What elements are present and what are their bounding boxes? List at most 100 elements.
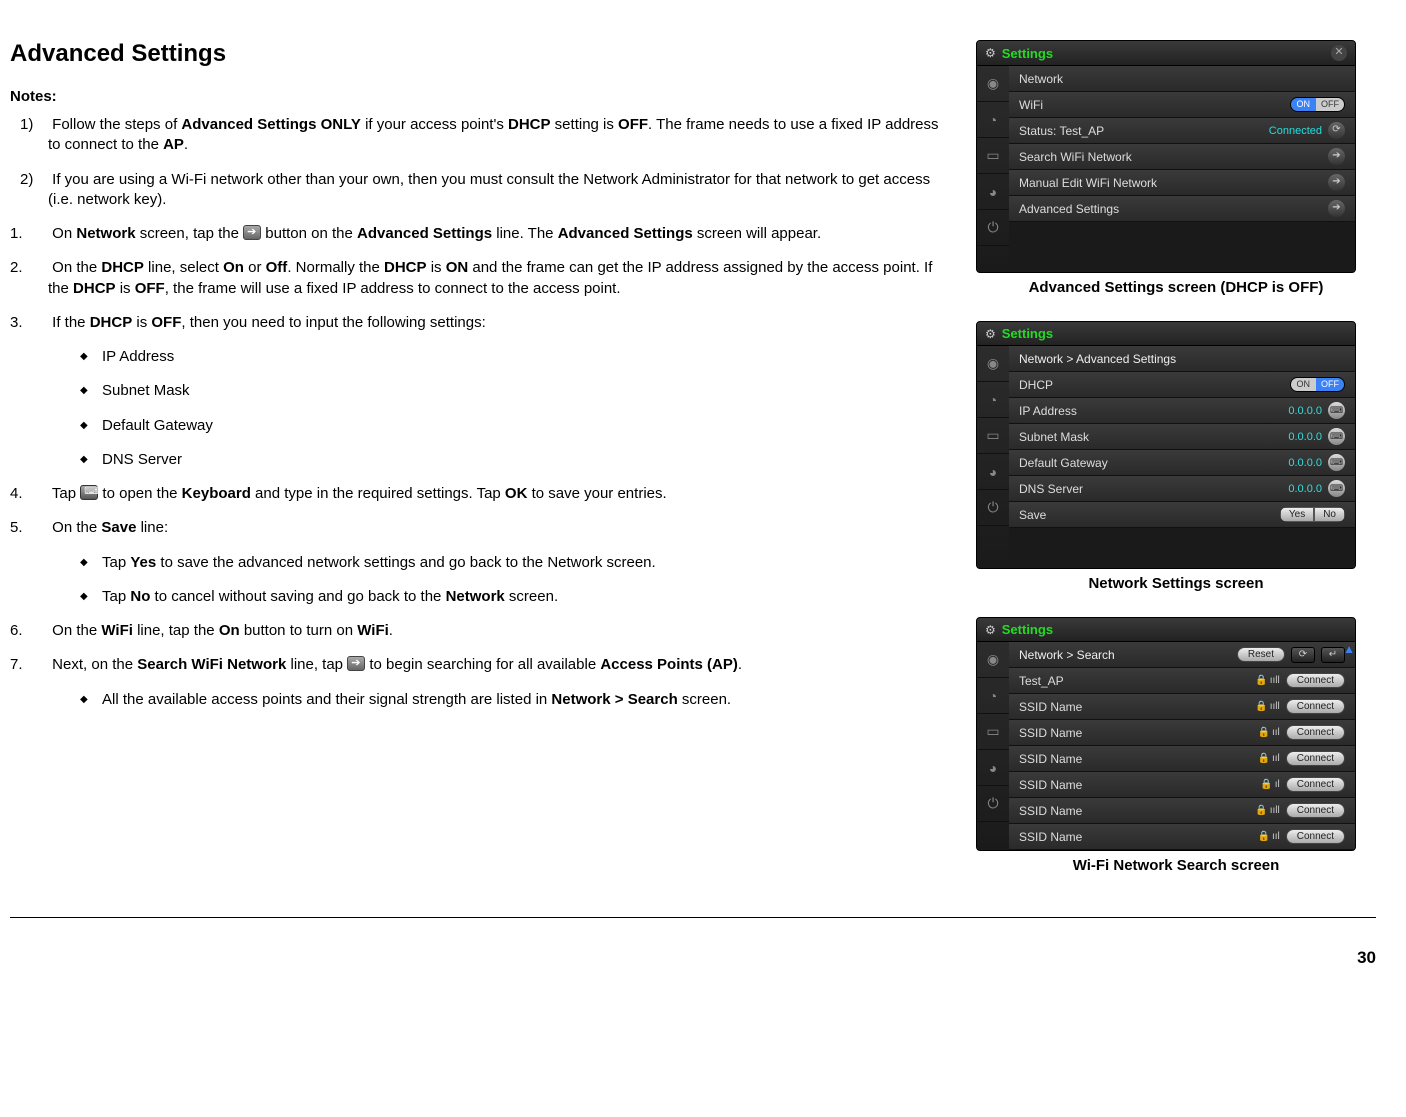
step-6: 6. On the WiFi line, tap the On button t… <box>48 621 946 641</box>
bullet-ip: IP Address <box>80 347 946 367</box>
gear-icon: ⚙ <box>985 327 996 341</box>
power-side-icon[interactable]: ⏻ <box>977 210 1009 246</box>
signal-icon: ııl <box>1272 831 1280 842</box>
keyboard-icon[interactable]: ⌨ <box>1328 428 1345 445</box>
connect-button[interactable]: Connect <box>1286 699 1345 714</box>
bullet-save-no: Tap No to cancel without saving and go b… <box>80 587 946 607</box>
gear-icon: ⚙ <box>985 623 996 637</box>
step-4: 4. Tap to open the Keyboard and type in … <box>48 484 946 504</box>
device-header: ⚙ Settings <box>977 322 1355 346</box>
refresh-icon[interactable]: ⟳ <box>1291 647 1315 663</box>
notes-heading: Notes: <box>10 88 946 105</box>
caption-2: Network Settings screen <box>976 575 1376 592</box>
search-bullets: All the available access points and thei… <box>80 690 946 710</box>
settings-title: Settings <box>1002 622 1347 637</box>
device-header: ⚙ Settings ✕ <box>977 41 1355 66</box>
keyboard-icon[interactable]: ⌨ <box>1328 480 1345 497</box>
clock-side-icon[interactable]: ◔ <box>977 102 1009 138</box>
connect-button[interactable]: Connect <box>1286 725 1345 740</box>
connect-button[interactable]: Connect <box>1286 777 1345 792</box>
wifi-side-icon[interactable]: ◉ <box>977 346 1009 382</box>
bullet-subnet: Subnet Mask <box>80 381 946 401</box>
manual-wifi-row[interactable]: Manual Edit WiFi Network ➔ <box>1009 170 1355 196</box>
dhcp-toggle[interactable]: ONOFF <box>1290 377 1346 392</box>
device-side-icon[interactable]: ▭ <box>977 714 1009 750</box>
bullet-gateway: Default Gateway <box>80 416 946 436</box>
document-body: Advanced Settings Notes: 1) Follow the s… <box>10 40 956 899</box>
go-icon[interactable]: ➔ <box>1328 200 1345 217</box>
device-side-icon[interactable]: ▭ <box>977 138 1009 174</box>
device-side-icon[interactable]: ▭ <box>977 418 1009 454</box>
connect-button[interactable]: Connect <box>1286 803 1345 818</box>
lock-icon: 🔒 <box>1255 675 1267 686</box>
step-5: 5. On the Save line: <box>48 518 946 538</box>
settings-bullets: IP Address Subnet Mask Default Gateway D… <box>80 347 946 470</box>
search-wifi-row[interactable]: Search WiFi Network ➔ <box>1009 144 1355 170</box>
arrow-icon <box>347 656 365 671</box>
screenshot-advanced-settings: ⚙ Settings ✕ ◉ ◔ ▭ ◕ ⏻ Network <box>976 40 1376 296</box>
search-breadcrumb-row: Network > Search Reset ⟳ ↵ <box>1009 642 1355 668</box>
wifi-row[interactable]: WiFi ONOFF <box>1009 92 1355 118</box>
subnet-value: 0.0.0.0 <box>1288 431 1322 443</box>
subnet-row[interactable]: Subnet Mask 0.0.0.0 ⌨ <box>1009 424 1355 450</box>
screenshots-column: ⚙ Settings ✕ ◉ ◔ ▭ ◕ ⏻ Network <box>976 40 1376 899</box>
keyboard-icon[interactable]: ⌨ <box>1328 402 1345 419</box>
signal-icon: ıl <box>1275 779 1280 790</box>
go-icon[interactable]: ➔ <box>1328 148 1345 165</box>
wifi-side-icon[interactable]: ◉ <box>977 642 1009 678</box>
gateway-value: 0.0.0.0 <box>1288 457 1322 469</box>
device-mock-3: ⚙ Settings ◉ ◔ ▭ ◕ ⏻ ▲ Network > Search <box>976 617 1356 851</box>
dhcp-row[interactable]: DHCP ONOFF <box>1009 372 1355 398</box>
settings-title: Settings <box>1002 326 1347 341</box>
ssid-row[interactable]: SSID Name 🔒ııl Connect <box>1009 746 1355 772</box>
status-row[interactable]: Status: Test_AP Connected ⟳ <box>1009 118 1355 144</box>
ssid-row[interactable]: SSID Name 🔒ıl Connect <box>1009 772 1355 798</box>
ssid-row[interactable]: SSID Name 🔒ııl Connect <box>1009 720 1355 746</box>
power-side-icon[interactable]: ⏻ <box>977 786 1009 822</box>
scroll-up-icon[interactable]: ▲ <box>1343 642 1355 656</box>
ip-row[interactable]: IP Address 0.0.0.0 ⌨ <box>1009 398 1355 424</box>
dns-row[interactable]: DNS Server 0.0.0.0 ⌨ <box>1009 476 1355 502</box>
advanced-settings-row[interactable]: Advanced Settings ➔ <box>1009 196 1355 222</box>
gateway-row[interactable]: Default Gateway 0.0.0.0 ⌨ <box>1009 450 1355 476</box>
step-2: 2. On the DHCP line, select On or Off. N… <box>48 258 946 299</box>
clock-side-icon[interactable]: ◔ <box>977 678 1009 714</box>
power-side-icon[interactable]: ⏻ <box>977 490 1009 526</box>
wifi-side-icon[interactable]: ◉ <box>977 66 1009 102</box>
close-icon[interactable]: ✕ <box>1331 45 1347 61</box>
lock-icon: 🔒 <box>1255 805 1267 816</box>
signal-icon: ııll <box>1270 675 1280 686</box>
ssid-row[interactable]: SSID Name 🔒ııll Connect <box>1009 694 1355 720</box>
ssid-row[interactable]: SSID Name 🔒ııll Connect <box>1009 798 1355 824</box>
page-title: Advanced Settings <box>10 40 946 68</box>
reconnect-icon[interactable]: ⟳ <box>1328 122 1345 139</box>
device-header: ⚙ Settings <box>977 618 1355 642</box>
clock-side-icon[interactable]: ◔ <box>977 382 1009 418</box>
connect-button[interactable]: Connect <box>1286 673 1345 688</box>
connect-button[interactable]: Connect <box>1286 829 1345 844</box>
ap-row[interactable]: Test_AP 🔒ııll Connect <box>1009 668 1355 694</box>
chart-side-icon[interactable]: ◕ <box>977 454 1009 490</box>
keyboard-icon <box>80 485 98 500</box>
note-1: 1) Follow the steps of Advanced Settings… <box>48 115 946 156</box>
lock-icon: 🔒 <box>1255 701 1267 712</box>
save-row[interactable]: Save YesNo <box>1009 502 1355 528</box>
device-sidebar: ◉ ◔ ▭ ◕ ⏻ <box>977 66 1009 272</box>
connect-button[interactable]: Connect <box>1286 751 1345 766</box>
back-icon[interactable]: ↵ <box>1321 647 1345 663</box>
wifi-toggle[interactable]: ONOFF <box>1290 97 1346 112</box>
device-mock-1: ⚙ Settings ✕ ◉ ◔ ▭ ◕ ⏻ Network <box>976 40 1356 273</box>
chart-side-icon[interactable]: ◕ <box>977 750 1009 786</box>
page-number: 30 <box>10 948 1376 968</box>
go-icon[interactable]: ➔ <box>1328 174 1345 191</box>
lock-icon: 🔒 <box>1260 779 1272 790</box>
arrow-icon <box>243 225 261 240</box>
yes-no-control[interactable]: YesNo <box>1280 507 1345 522</box>
reset-button[interactable]: Reset <box>1237 647 1285 662</box>
chart-side-icon[interactable]: ◕ <box>977 174 1009 210</box>
signal-icon: ııl <box>1272 753 1280 764</box>
ssid-row[interactable]: SSID Name 🔒ııl Connect <box>1009 824 1355 850</box>
footer-rule <box>10 917 1376 918</box>
keyboard-icon[interactable]: ⌨ <box>1328 454 1345 471</box>
save-bullets: Tap Yes to save the advanced network set… <box>80 553 946 608</box>
